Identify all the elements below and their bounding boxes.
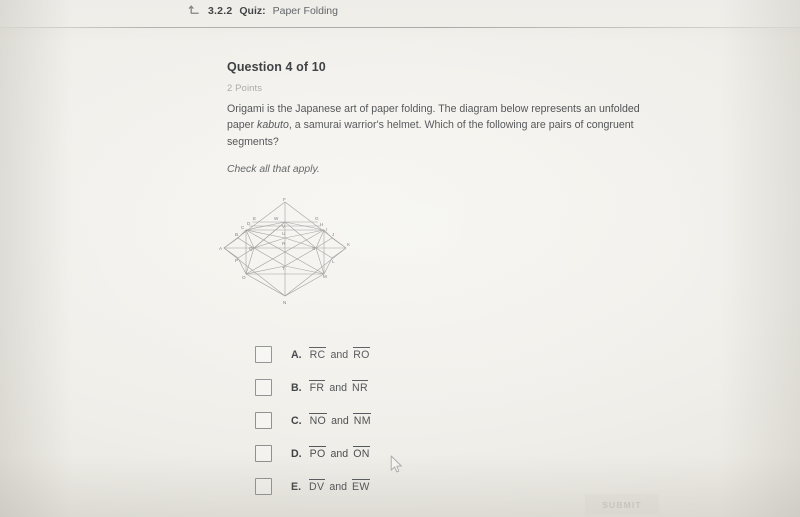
svg-text:V: V <box>282 224 286 229</box>
svg-text:Q: Q <box>249 246 253 251</box>
svg-text:T: T <box>282 266 285 271</box>
breadcrumb-lesson-number: 3.2.2 <box>208 4 233 17</box>
answer-options-list: A. RC and RO B. FR and NR C. NO and NM D… <box>255 338 585 503</box>
question-title: Question 4 of 10 <box>227 60 326 74</box>
option-letter-c: C. <box>291 414 302 427</box>
option-letter-b: B. <box>291 381 302 394</box>
option-text-a: RC and RO <box>309 347 370 361</box>
question-body-part2: , a samurai warrior's helmet. Which of t… <box>227 119 634 148</box>
checkbox-option-e[interactable] <box>255 478 272 495</box>
header-bar <box>0 0 800 27</box>
svg-text:M: M <box>323 274 327 279</box>
option-letter-e: E. <box>291 480 302 493</box>
option-text-b: FR and NR <box>309 380 369 394</box>
svg-text:I: I <box>326 227 327 232</box>
checkbox-option-d[interactable] <box>255 445 272 462</box>
svg-text:E: E <box>253 216 256 221</box>
svg-text:G: G <box>315 216 319 221</box>
option-row-d[interactable]: D. PO and ON <box>255 437 585 470</box>
connector-b: and <box>329 382 348 394</box>
svg-text:O: O <box>242 275 246 280</box>
check-all-that-apply-instruction: Check all that apply. <box>227 164 320 175</box>
segment-a-2: RO <box>352 347 370 361</box>
connector-d: and <box>330 448 349 460</box>
breadcrumb: 3.2.2 Quiz: Paper Folding <box>188 4 338 17</box>
svg-text:C: C <box>241 225 245 230</box>
checkbox-option-c[interactable] <box>255 412 272 429</box>
segment-e-2: EW <box>351 479 370 493</box>
connector-c: and <box>331 415 349 427</box>
header-divider <box>0 27 800 28</box>
back-arrow-icon[interactable] <box>188 4 201 17</box>
submit-button[interactable]: SUBMIT <box>585 494 659 515</box>
breadcrumb-section-label: Quiz: <box>239 4 266 17</box>
svg-text:U: U <box>282 231 285 236</box>
svg-text:D: D <box>247 221 251 226</box>
svg-text:F: F <box>283 198 286 202</box>
option-letter-d: D. <box>291 447 302 460</box>
option-text-d: PO and ON <box>309 446 370 460</box>
segment-b-1: FR <box>309 380 325 394</box>
svg-text:A: A <box>219 246 223 251</box>
segment-e-1: DV <box>308 479 326 493</box>
question-body: Origami is the Japanese art of paper fol… <box>227 101 652 150</box>
segment-d-1: PO <box>309 446 326 460</box>
origami-kabuto-crease-diagram: A B C D E F G H I J K L M N O P Q R S T <box>216 198 361 310</box>
option-row-c[interactable]: C. NO and NM <box>255 404 585 437</box>
connector-a: and <box>330 349 349 361</box>
connector-e: and <box>329 481 348 493</box>
svg-text:J: J <box>332 232 334 237</box>
svg-text:N: N <box>283 300 286 305</box>
svg-text:H: H <box>320 222 323 227</box>
option-row-a[interactable]: A. RC and RO <box>255 338 585 371</box>
svg-text:K: K <box>347 242 351 247</box>
checkbox-option-b[interactable] <box>255 379 272 396</box>
option-letter-a: A. <box>291 348 302 361</box>
svg-text:S: S <box>312 246 315 251</box>
question-body-italic-term: kabuto <box>257 119 289 132</box>
segment-d-2: ON <box>352 446 370 460</box>
segment-c-1: NO <box>309 413 327 427</box>
quiz-page: 3.2.2 Quiz: Paper Folding Question 4 of … <box>0 0 800 517</box>
option-text-e: DV and EW <box>308 479 370 493</box>
question-points: 2 Points <box>227 83 263 94</box>
segment-a-1: RC <box>309 347 326 361</box>
segment-b-2: NR <box>351 380 369 394</box>
option-row-e[interactable]: E. DV and EW <box>255 470 585 503</box>
breadcrumb-lesson-title: Paper Folding <box>272 4 338 17</box>
svg-text:B: B <box>235 232 238 237</box>
option-text-c: NO and NM <box>309 413 372 427</box>
option-row-b[interactable]: B. FR and NR <box>255 371 585 404</box>
svg-text:P: P <box>235 258 238 263</box>
segment-c-2: NM <box>353 413 372 427</box>
svg-text:W: W <box>274 216 279 221</box>
checkbox-option-a[interactable] <box>255 346 272 363</box>
svg-text:L: L <box>332 259 335 264</box>
svg-text:R: R <box>282 241 286 246</box>
